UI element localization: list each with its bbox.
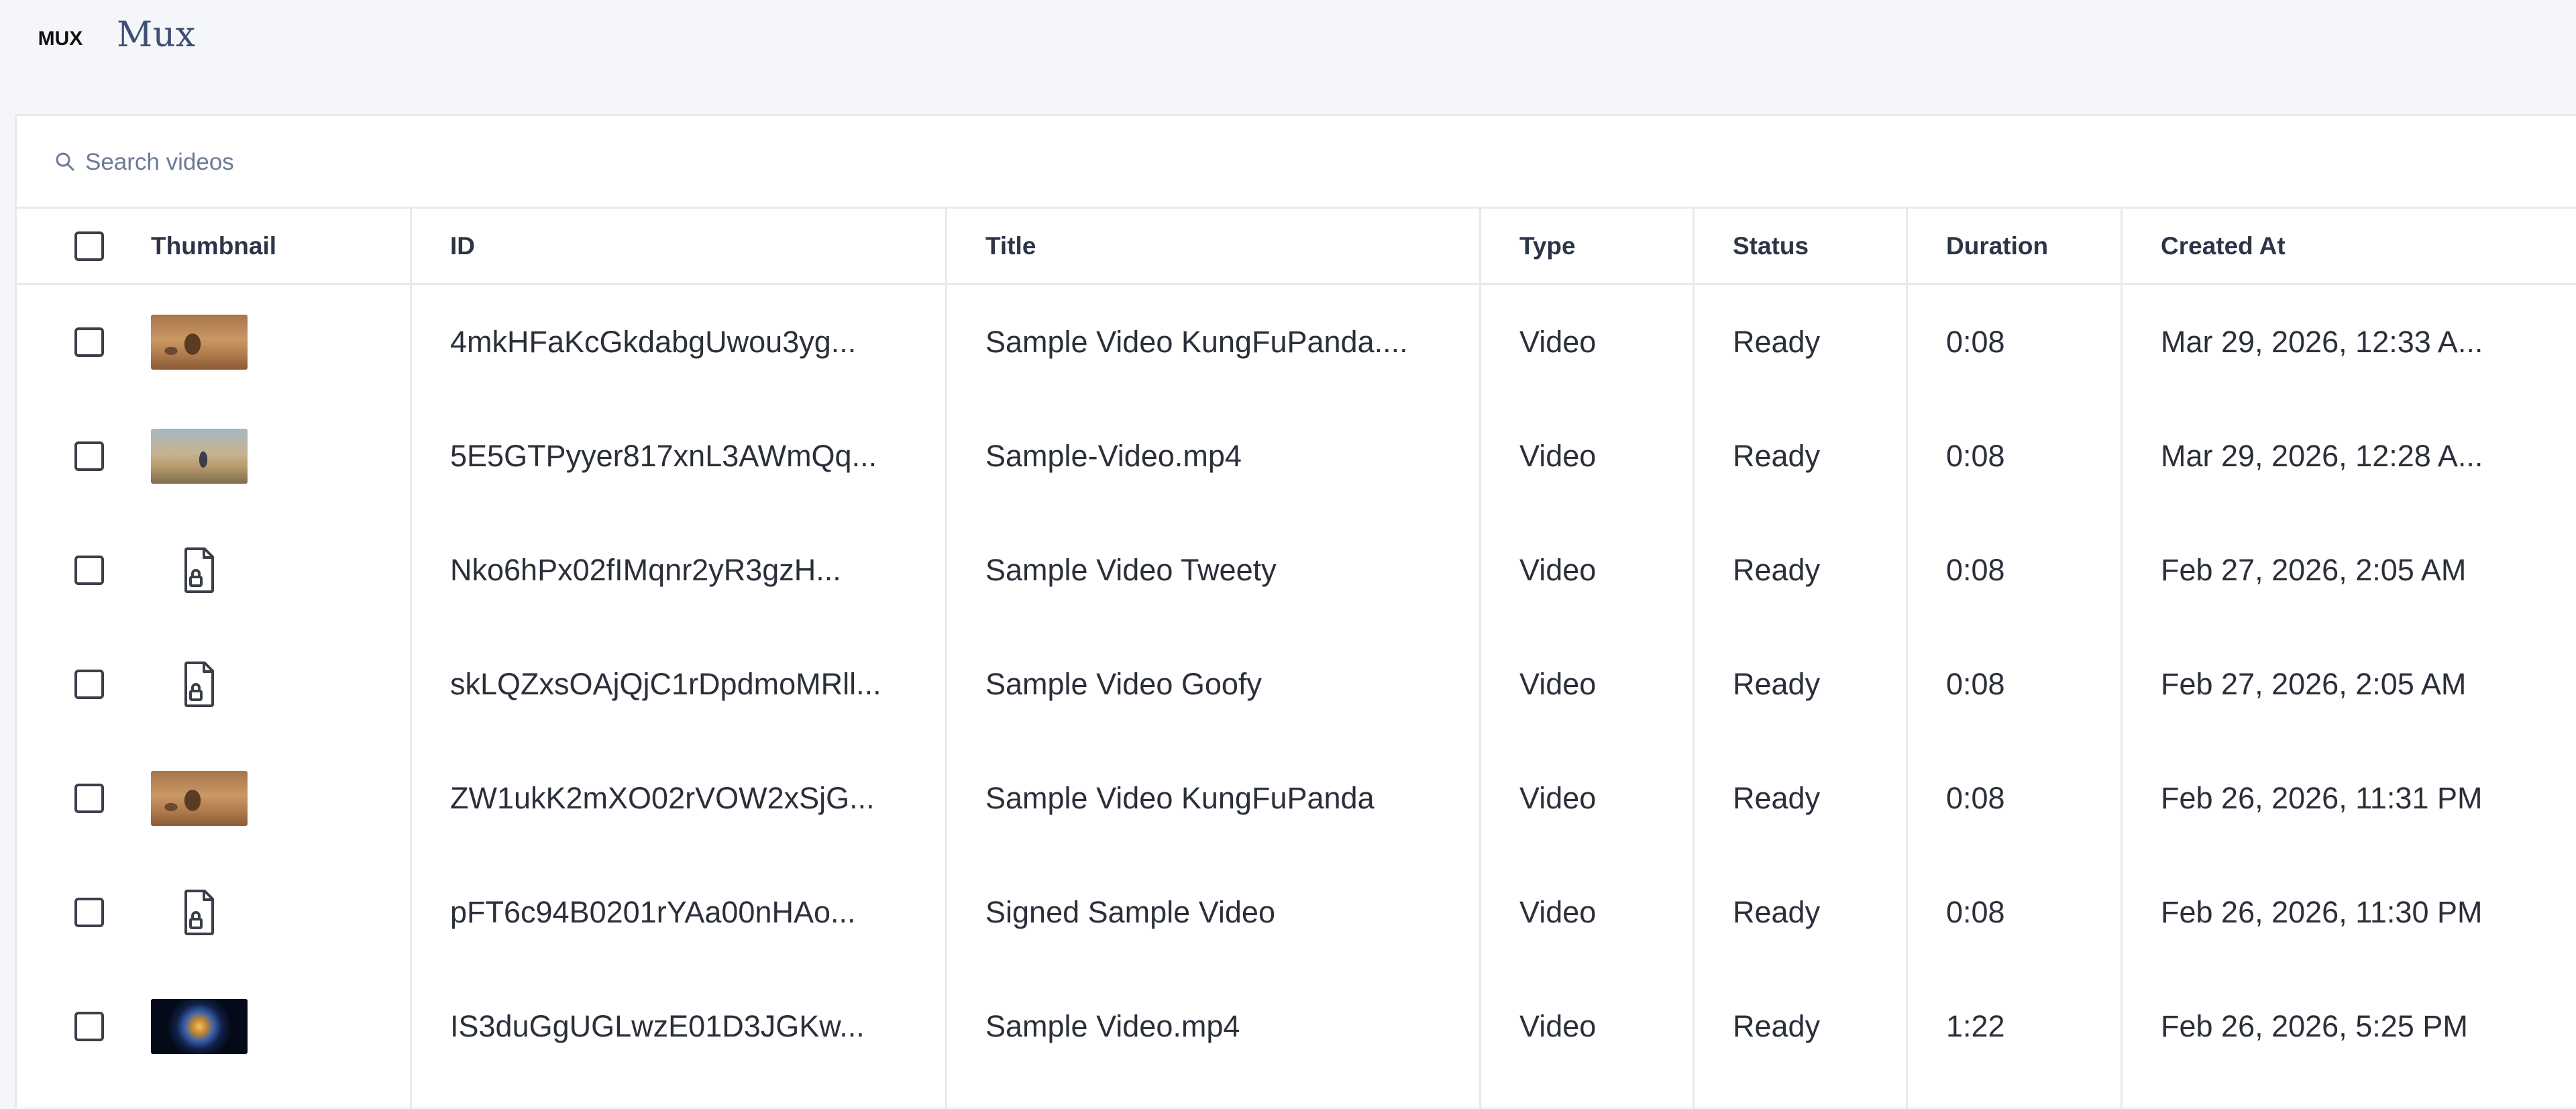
video-thumbnail[interactable]	[151, 771, 248, 826]
video-duration: 1:22	[1946, 1009, 2005, 1043]
video-status: Ready	[1733, 1009, 1821, 1043]
video-duration: 0:08	[1946, 439, 2005, 473]
video-status: Ready	[1733, 895, 1821, 929]
row-select-cell	[74, 627, 142, 741]
table-row[interactable]: ZW1ukK2mXO02rVOW2xSjG... Sample Video Ku…	[17, 741, 2576, 855]
video-title[interactable]: Signed Sample Video	[985, 855, 1468, 969]
video-thumbnail[interactable]	[151, 999, 248, 1054]
table-row[interactable]: IS3duGgUGLwzE01D3JGKw... Sample Video.mp…	[17, 969, 2576, 1084]
video-status: Ready	[1733, 667, 1821, 701]
video-duration: 0:08	[1946, 781, 2005, 815]
column-header-duration[interactable]: Duration	[1946, 209, 2147, 283]
video-created-at: Feb 26, 2026, 11:31 PM	[2161, 781, 2483, 815]
svg-text:MUX: MUX	[38, 28, 83, 50]
brand-name: Mux	[117, 15, 196, 55]
video-title[interactable]: Sample Video Tweety	[985, 513, 1468, 627]
video-duration: 0:08	[1946, 667, 2005, 701]
row-select-cell	[74, 513, 142, 627]
video-created-at: Feb 27, 2026, 2:05 AM	[2161, 667, 2467, 701]
table-header: Thumbnail ID Title Type Status Duration …	[17, 209, 2576, 285]
videos-panel: Thumbnail ID Title Type Status Duration …	[15, 114, 2576, 1109]
row-checkbox[interactable]	[74, 670, 104, 699]
mux-logo-mark: MUX	[38, 28, 83, 50]
column-header-id[interactable]: ID	[450, 209, 933, 283]
video-type: Video	[1519, 325, 1597, 359]
video-title[interactable]: Sample-Video.mp4	[985, 399, 1468, 513]
row-select-cell	[74, 969, 142, 1084]
thumbnail-cell	[151, 513, 406, 627]
thumbnail-cell	[151, 627, 406, 741]
video-status: Ready	[1733, 553, 1821, 587]
thumbnail-cell	[151, 285, 406, 399]
video-title[interactable]: Sample Video.mp4	[985, 969, 1468, 1084]
row-select-cell	[74, 399, 142, 513]
video-status: Ready	[1733, 781, 1821, 815]
video-duration: 0:08	[1946, 895, 2005, 929]
video-thumbnail[interactable]	[151, 429, 248, 484]
video-type: Video	[1519, 439, 1597, 473]
video-type: Video	[1519, 553, 1597, 587]
video-status: Ready	[1733, 439, 1821, 473]
video-created-at: Feb 26, 2026, 5:25 PM	[2161, 1009, 2468, 1043]
search-bar	[17, 116, 2576, 209]
video-id[interactable]: 5E5GTPyyer817xnL3AWmQq...	[450, 399, 933, 513]
video-id[interactable]: ZW1ukK2mXO02rVOW2xSjG...	[450, 741, 933, 855]
select-all-cell	[74, 209, 142, 283]
locked-file-icon[interactable]	[172, 543, 226, 597]
video-type: Video	[1519, 895, 1597, 929]
video-type: Video	[1519, 781, 1597, 815]
column-header-status[interactable]: Status	[1733, 209, 1934, 283]
column-header-thumbnail[interactable]: Thumbnail	[151, 209, 406, 283]
table-row[interactable]: 5E5GTPyyer817xnL3AWmQq... Sample-Video.m…	[17, 399, 2576, 513]
row-select-cell	[74, 285, 142, 399]
mux-logo[interactable]: MUX	[30, 25, 91, 50]
top-bar: MUX Mux	[0, 0, 2576, 97]
row-checkbox[interactable]	[74, 1012, 104, 1041]
row-checkbox[interactable]	[74, 556, 104, 585]
locked-file-icon[interactable]	[172, 657, 226, 711]
videos-table: Thumbnail ID Title Type Status Duration …	[17, 209, 2576, 1084]
search-icon	[56, 152, 74, 171]
column-header-created-at[interactable]: Created At	[2161, 209, 2576, 283]
video-id[interactable]: pFT6c94B0201rYAa00nHAo...	[450, 855, 933, 969]
select-all-checkbox[interactable]	[74, 231, 104, 261]
video-id[interactable]: 4mkHFaKcGkdabgUwou3yg...	[450, 285, 933, 399]
video-type: Video	[1519, 667, 1597, 701]
video-id[interactable]: Nko6hPx02fIMqnr2yR3gzH...	[450, 513, 933, 627]
column-header-title[interactable]: Title	[985, 209, 1468, 283]
video-id[interactable]: IS3duGgUGLwzE01D3JGKw...	[450, 969, 933, 1084]
row-select-cell	[74, 741, 142, 855]
video-duration: 0:08	[1946, 325, 2005, 359]
row-checkbox[interactable]	[74, 898, 104, 927]
video-status: Ready	[1733, 325, 1821, 359]
thumbnail-cell	[151, 969, 406, 1084]
video-title[interactable]: Sample Video KungFuPanda....	[985, 285, 1468, 399]
video-type: Video	[1519, 1009, 1597, 1043]
search-input[interactable]	[85, 143, 1024, 182]
thumbnail-cell	[151, 399, 406, 513]
table-row[interactable]: Nko6hPx02fIMqnr2yR3gzH... Sample Video T…	[17, 513, 2576, 627]
column-header-type[interactable]: Type	[1519, 209, 1721, 283]
table-row[interactable]: skLQZxsOAjQjC1rDpdmoMRll... Sample Video…	[17, 627, 2576, 741]
video-created-at: Mar 29, 2026, 12:33 A...	[2161, 325, 2483, 359]
video-id[interactable]: skLQZxsOAjQjC1rDpdmoMRll...	[450, 627, 933, 741]
row-select-cell	[74, 855, 142, 969]
row-checkbox[interactable]	[74, 441, 104, 471]
video-created-at: Feb 27, 2026, 2:05 AM	[2161, 553, 2467, 587]
locked-file-icon[interactable]	[172, 886, 226, 939]
table-row[interactable]: pFT6c94B0201rYAa00nHAo... Signed Sample …	[17, 855, 2576, 969]
video-created-at: Mar 29, 2026, 12:28 A...	[2161, 439, 2483, 473]
video-title[interactable]: Sample Video KungFuPanda	[985, 741, 1468, 855]
video-thumbnail[interactable]	[151, 315, 248, 370]
thumbnail-cell	[151, 741, 406, 855]
row-checkbox[interactable]	[74, 784, 104, 813]
thumbnail-cell	[151, 855, 406, 969]
video-title[interactable]: Sample Video Goofy	[985, 627, 1468, 741]
table-row[interactable]: 4mkHFaKcGkdabgUwou3yg... Sample Video Ku…	[17, 285, 2576, 399]
row-checkbox[interactable]	[74, 327, 104, 357]
video-created-at: Feb 26, 2026, 11:30 PM	[2161, 895, 2483, 929]
video-duration: 0:08	[1946, 553, 2005, 587]
